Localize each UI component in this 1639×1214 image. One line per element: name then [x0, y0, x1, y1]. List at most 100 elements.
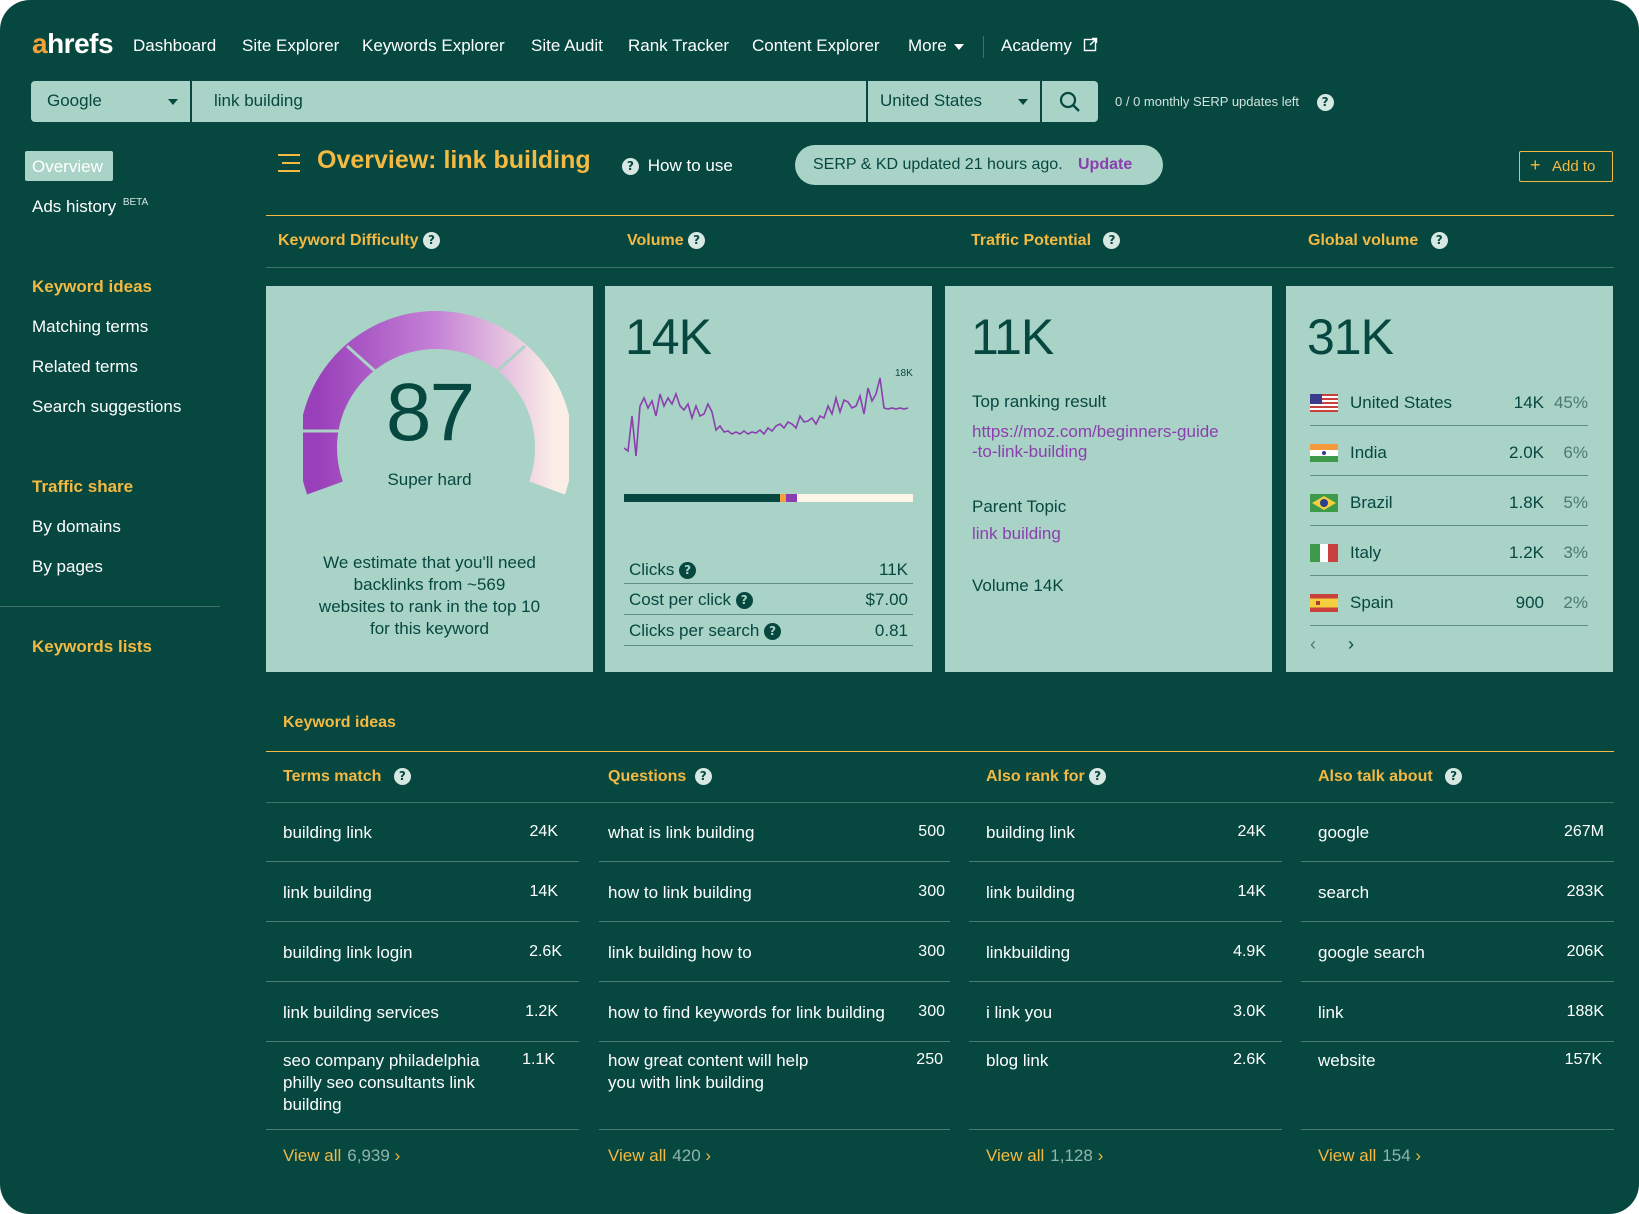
update-link[interactable]: Update — [1078, 156, 1132, 174]
clicks-bar-segment — [797, 494, 913, 502]
view-all-terms-match[interactable]: View all 6,939 › — [283, 1146, 400, 1166]
keyword-link[interactable]: how to link building — [608, 882, 752, 904]
help-icon[interactable]: ? — [1445, 768, 1463, 786]
chevron-right-icon: › — [1097, 1146, 1104, 1165]
ideas-header-divider — [266, 802, 1614, 803]
help-icon[interactable]: ? — [1103, 232, 1121, 250]
keyword-link[interactable]: link building — [986, 882, 1075, 904]
nav-keywords-explorer[interactable]: Keywords Explorer — [362, 36, 505, 56]
keyword-link[interactable]: building link — [986, 822, 1075, 844]
keyword-link[interactable]: blog link — [986, 1050, 1048, 1072]
menu-icon[interactable] — [277, 153, 301, 173]
country-volume: 14K — [1513, 393, 1544, 412]
view-all-questions[interactable]: View all 420 › — [608, 1146, 711, 1166]
country-select[interactable]: United States — [868, 81, 1040, 122]
row-divider — [1301, 921, 1614, 922]
keyword-volume: 206K — [1566, 943, 1604, 960]
also-talk-about-heading: Also talk about ? — [1318, 768, 1463, 786]
keyword-link[interactable]: website — [1318, 1050, 1376, 1072]
nav-more[interactable]: More — [908, 36, 965, 56]
keyword-volume: 188K — [1566, 1003, 1604, 1020]
prev-page-icon[interactable]: ‹ — [1310, 634, 1316, 655]
kd-estimate-line: websites to rank in the top 10 — [318, 597, 541, 616]
keyword-link[interactable]: i link you — [986, 1002, 1052, 1024]
help-icon[interactable]: ? — [764, 623, 782, 641]
clicks-bar-segment — [785, 494, 798, 502]
keyword-link[interactable]: link building services — [283, 1002, 439, 1024]
global-heading-label: Global volume — [1308, 232, 1419, 249]
serp-status-text: SERP & KD updated 21 hours ago. — [813, 156, 1063, 173]
parent-topic-link[interactable]: link building — [972, 524, 1061, 544]
keyword-volume: 267M — [1563, 823, 1604, 840]
help-icon[interactable]: ? — [1316, 94, 1334, 112]
keyword-link[interactable]: how to find keywords for link building — [608, 1002, 885, 1024]
row-divider — [599, 921, 950, 922]
nav-academy[interactable]: Academy — [1001, 36, 1098, 56]
kd-heading-label: Keyword Difficulty — [278, 232, 419, 249]
sidebar-heading-traffic-share[interactable]: Traffic share — [32, 477, 133, 497]
sidebar-item-ads-history[interactable]: Ads history BETA — [32, 197, 148, 217]
nav-content-explorer[interactable]: Content Explorer — [752, 36, 880, 56]
country-value: United States — [880, 91, 983, 110]
row-divider — [599, 1129, 950, 1130]
also-rank-for-heading: Also rank for ? — [986, 768, 1107, 786]
keyword-link[interactable]: what is link building — [608, 822, 754, 844]
country-volume: 1.2K — [1509, 543, 1544, 562]
keyword-link[interactable]: seo company philadelphia philly seo cons… — [283, 1050, 503, 1116]
row-divider — [624, 583, 913, 584]
keyword-link[interactable]: link — [1318, 1002, 1344, 1024]
view-all-label: View all — [283, 1146, 342, 1165]
keyword-volume: 2.6K — [1233, 1051, 1266, 1068]
help-icon[interactable]: ? — [694, 768, 712, 786]
sidebar-item-matching-terms[interactable]: Matching terms — [32, 317, 148, 337]
view-all-also-rank-for[interactable]: View all 1,128 › — [986, 1146, 1103, 1166]
ahrefs-logo[interactable]: ahrefs — [32, 28, 114, 60]
how-to-use-link[interactable]: ? How to use — [622, 156, 733, 176]
nav-rank-tracker[interactable]: Rank Tracker — [628, 36, 729, 56]
add-to-button[interactable]: + Add to — [1519, 151, 1613, 182]
search-engine-select[interactable]: Google — [31, 81, 190, 122]
nav-dashboard[interactable]: Dashboard — [133, 36, 216, 56]
next-page-icon[interactable]: › — [1348, 634, 1354, 655]
help-icon[interactable]: ? — [1430, 232, 1448, 250]
add-to-label: Add to — [1552, 158, 1596, 175]
help-icon[interactable]: ? — [1089, 768, 1107, 786]
top-ranking-url[interactable]: https://moz.com/beginners-guide -to-link… — [972, 422, 1219, 462]
sidebar-item-by-domains[interactable]: By domains — [32, 517, 121, 537]
keyword-link[interactable]: search — [1318, 882, 1369, 904]
nav-site-explorer[interactable]: Site Explorer — [242, 36, 339, 56]
help-icon[interactable]: ? — [688, 232, 706, 250]
keyword-link[interactable]: building link login — [283, 942, 412, 964]
nav-academy-label: Academy — [1001, 36, 1072, 55]
clicks-bar-segment — [624, 494, 781, 502]
sidebar-item-related-terms[interactable]: Related terms — [32, 357, 138, 377]
country-percent: 6% — [1563, 443, 1588, 462]
keyword-link[interactable]: linkbuilding — [986, 942, 1070, 964]
top-ranking-url-line: https://moz.com/beginners-guide — [972, 422, 1219, 441]
keyword-link[interactable]: building link — [283, 822, 372, 844]
keyword-link[interactable]: google — [1318, 822, 1369, 844]
sidebar-item-search-suggestions[interactable]: Search suggestions — [32, 397, 181, 417]
sidebar-heading-keywords-lists[interactable]: Keywords lists — [32, 637, 152, 657]
search-button[interactable] — [1042, 81, 1098, 122]
us-flag-icon — [1310, 394, 1338, 412]
sidebar-item-overview[interactable]: Overview — [25, 151, 113, 181]
cpc-value: $7.00 — [865, 590, 908, 609]
keyword-link[interactable]: link building — [283, 882, 372, 904]
keyword-link[interactable]: google search — [1318, 942, 1425, 964]
help-icon[interactable]: ? — [393, 768, 411, 786]
help-icon[interactable]: ? — [679, 562, 697, 580]
keyword-volume: 300 — [918, 883, 945, 900]
help-icon[interactable]: ? — [422, 232, 440, 250]
keyword-volume: 300 — [918, 943, 945, 960]
nav-site-audit[interactable]: Site Audit — [531, 36, 603, 56]
help-icon[interactable]: ? — [735, 592, 753, 610]
sidebar-heading-keyword-ideas[interactable]: Keyword ideas — [32, 277, 152, 297]
keyword-link[interactable]: how great content will help you with lin… — [608, 1050, 838, 1094]
sidebar-item-by-pages[interactable]: By pages — [32, 557, 103, 577]
keyword-search-input[interactable]: link building — [192, 81, 866, 122]
clicks-label: Clicks — [629, 560, 675, 579]
kd-estimate-line: backlinks from ~569 — [353, 575, 506, 594]
view-all-also-talk-about[interactable]: View all 154 › — [1318, 1146, 1421, 1166]
keyword-link[interactable]: link building how to — [608, 942, 752, 964]
